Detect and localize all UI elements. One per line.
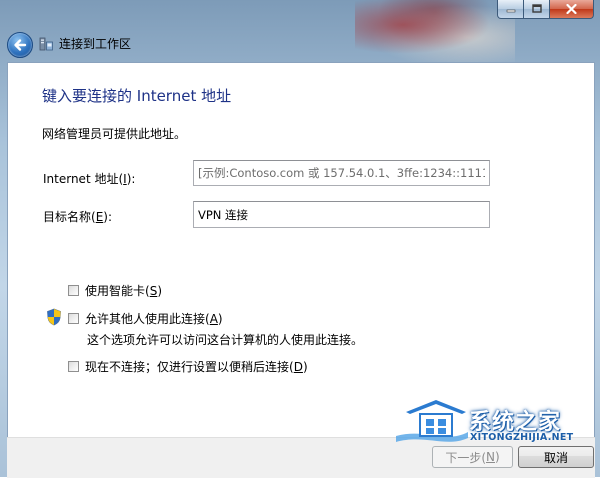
next-button[interactable]: 下一步(N) [432,446,513,468]
minimize-icon [506,9,515,13]
back-arrow-icon [14,39,27,51]
workplace-network-icon [39,37,53,51]
destination-name-label-suffix: ): [103,210,113,224]
dont-connect-option[interactable]: 现在不连接；仅进行设置以便稍后连接(D) [68,358,308,375]
next-label-suffix: ) [494,450,500,464]
uac-shield-icon [47,308,61,326]
wizard-content: 键入要连接的 Internet 地址 网络管理员可提供此地址。 Internet… [7,62,595,439]
maximize-icon [531,4,542,13]
smart-card-checkbox[interactable] [68,285,79,296]
internet-address-label-suffix: ): [126,172,136,186]
destination-name-label: 目标名称(E): [43,208,112,225]
internet-address-label: Internet 地址(I): [43,170,135,187]
close-icon [566,4,577,14]
maximize-button[interactable] [524,0,550,19]
smart-card-option[interactable]: 使用智能卡(S) [68,282,162,299]
internet-address-input[interactable] [193,160,490,186]
dont-connect-label-prefix: 现在不连接；仅进行设置以便稍后连接( [85,360,294,374]
window-title: 连接到工作区 [59,37,132,51]
allow-others-label-prefix: 允许其他人使用此连接( [85,312,210,326]
smart-card-label-suffix: ) [157,283,162,298]
minimize-button[interactable] [497,0,524,19]
allow-others-label-accesskey: A [209,311,218,326]
internet-address-label-prefix: Internet 地址( [43,172,124,186]
smart-card-label-accesskey: S [149,283,158,298]
destination-name-input[interactable] [193,201,490,228]
caption-buttons [497,0,594,19]
smart-card-label-prefix: 使用智能卡( [85,284,150,298]
allow-others-label-suffix: ) [217,311,223,326]
destination-name-label-prefix: 目标名称( [43,210,96,224]
next-label-prefix: 下一步( [445,450,486,465]
page-description: 网络管理员可提供此地址。 [42,127,187,141]
allow-others-note: 这个选项允许可以访问这台计算机的人使用此连接。 [87,333,364,347]
dont-connect-checkbox[interactable] [68,361,79,372]
allow-others-checkbox[interactable] [68,313,79,324]
dont-connect-label-accesskey: D [293,359,303,374]
cancel-button[interactable]: 取消 [518,446,594,468]
glass-background-art [355,0,515,62]
page-heading: 键入要连接的 Internet 地址 [42,87,232,105]
close-button[interactable] [550,0,594,19]
watermark-url: XITONGZHIJIA.NET [470,432,574,443]
allow-others-option[interactable]: 允许其他人使用此连接(A) [68,310,223,327]
back-button[interactable] [7,32,33,58]
next-label-accesskey: N [486,450,495,464]
dont-connect-label-suffix: ) [302,359,308,374]
